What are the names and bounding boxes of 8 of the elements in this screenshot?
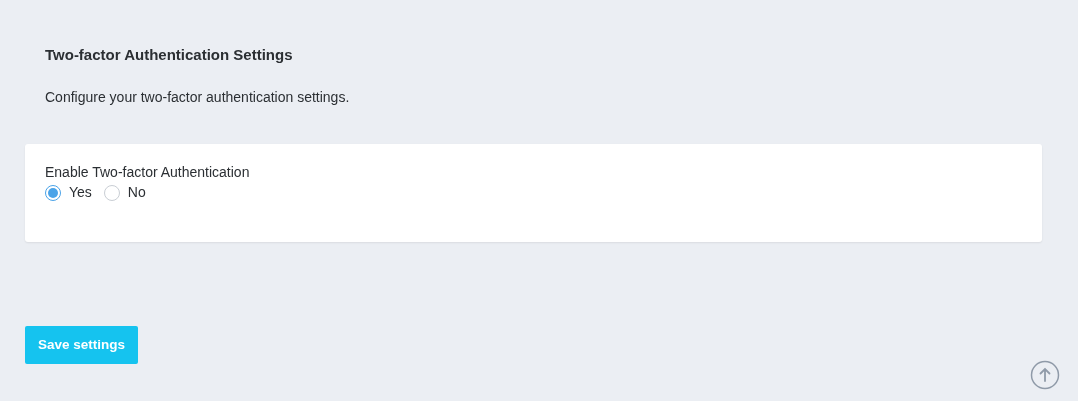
- page-heading: Two-factor Authentication Settings: [45, 45, 294, 65]
- scroll-to-top-icon[interactable]: [1030, 360, 1060, 390]
- radio-button[interactable]: [45, 184, 61, 201]
- radio-button[interactable]: [103, 184, 120, 201]
- radio-label[interactable]: No: [127, 182, 146, 203]
- radio-label[interactable]: Yes: [69, 182, 92, 203]
- field-label: Enable Two-factor Authentication: [45, 163, 251, 182]
- page-description: Configure your two-factor authentication settings.: [45, 88, 351, 107]
